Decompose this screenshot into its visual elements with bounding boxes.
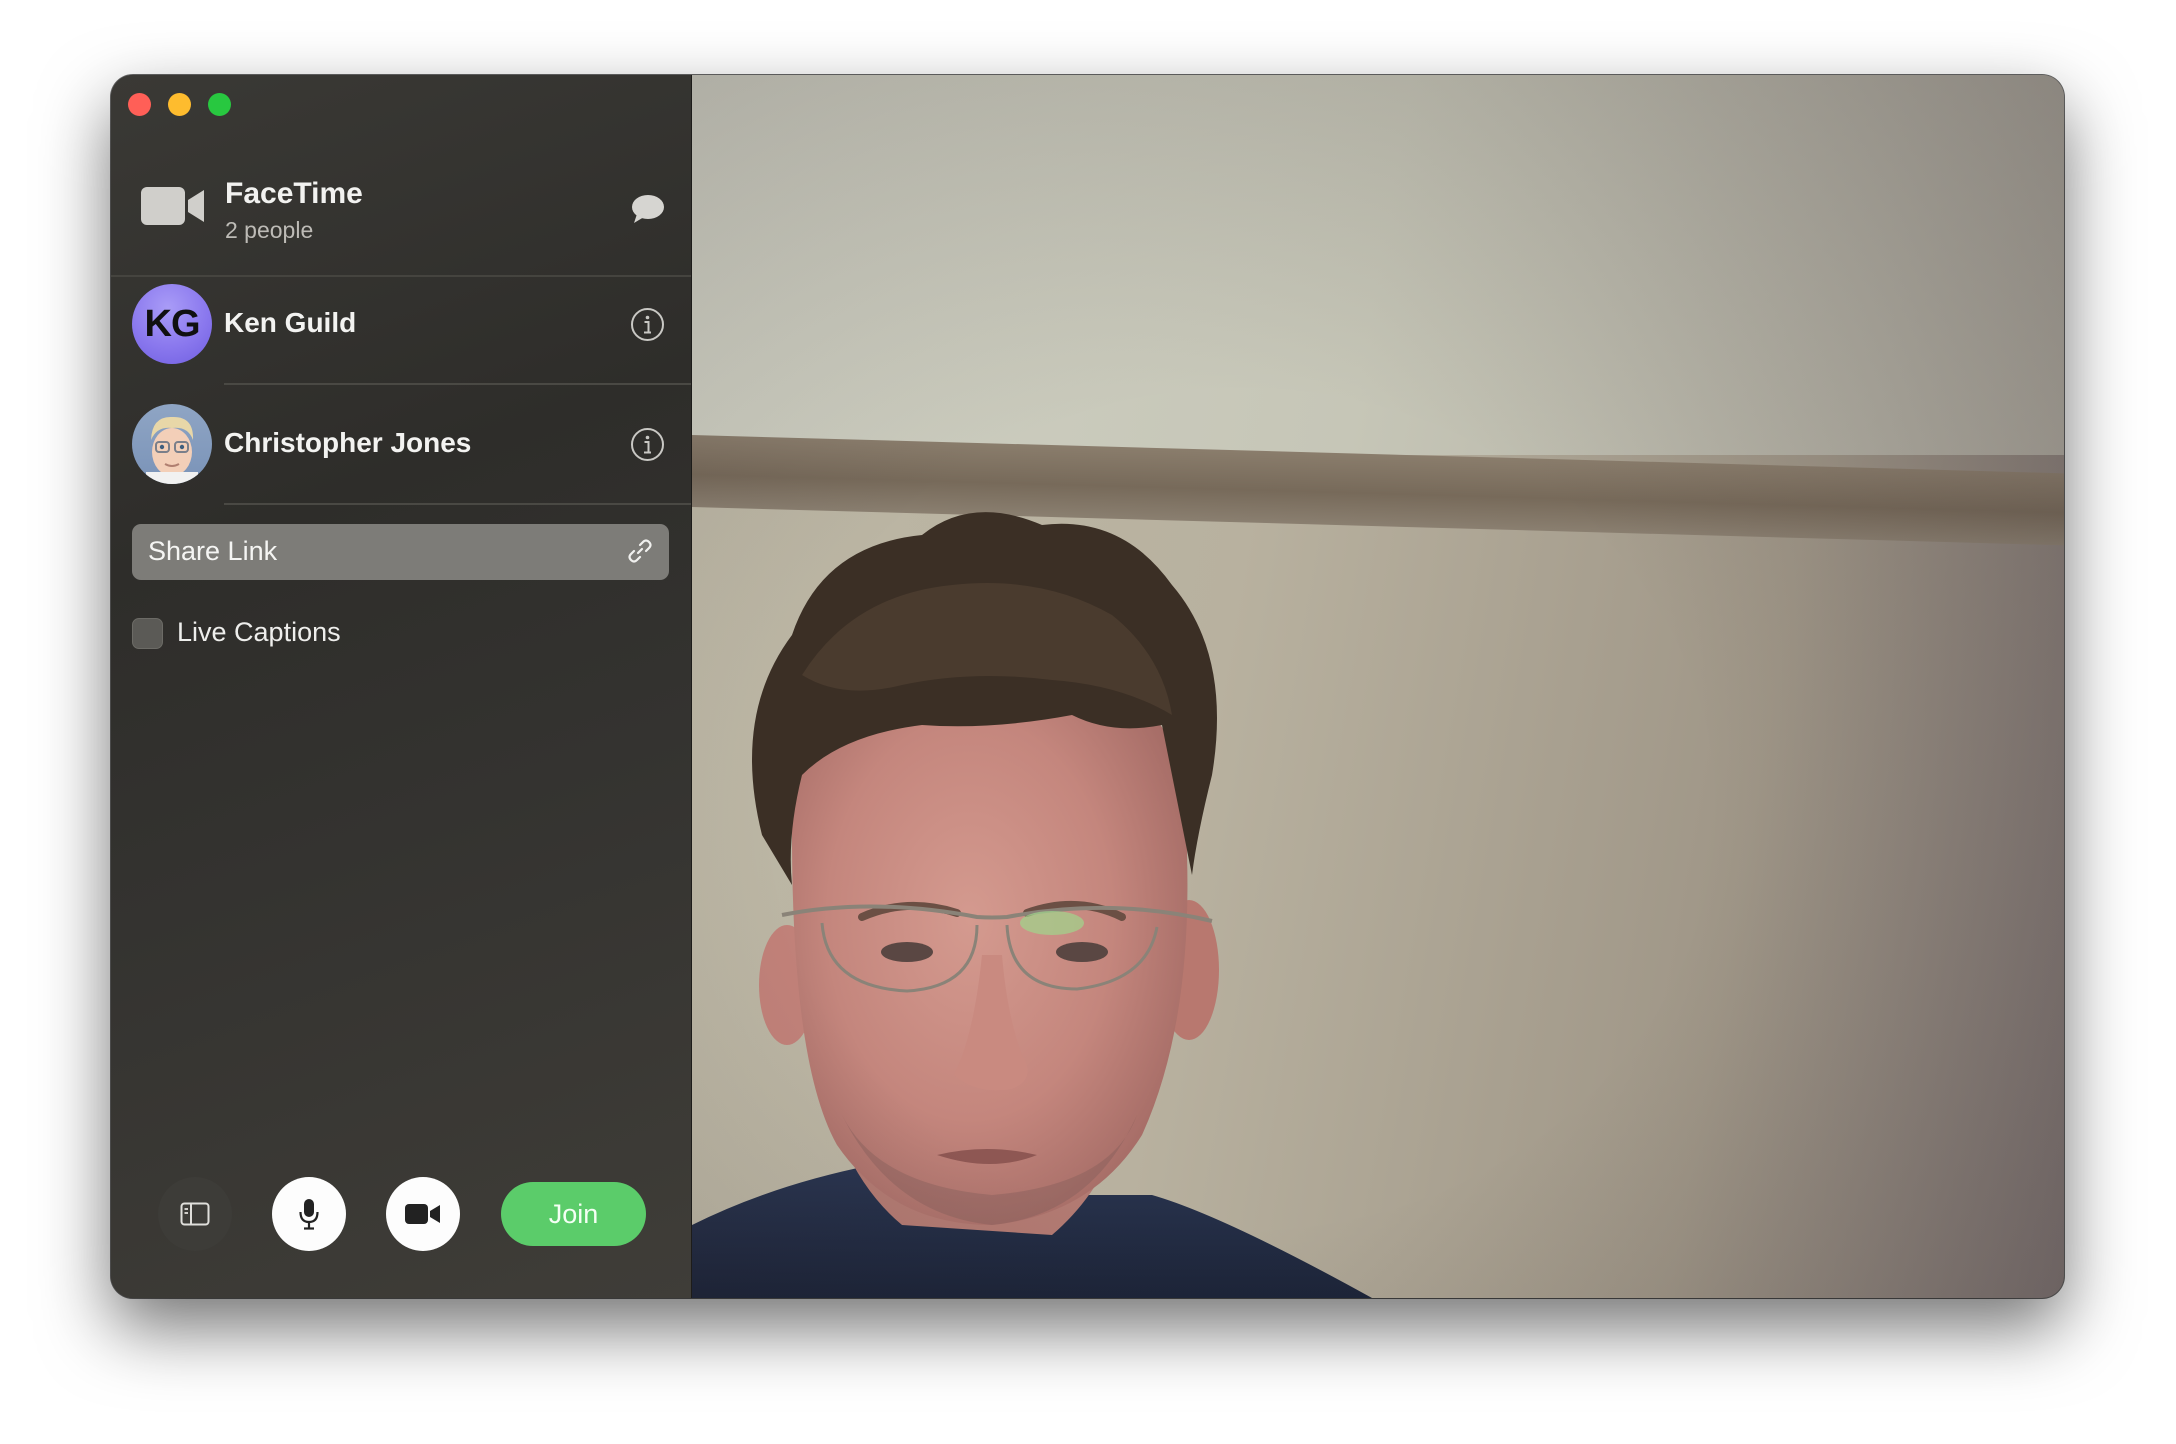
info-icon[interactable] <box>630 307 665 342</box>
live-captions-checkbox[interactable] <box>132 618 163 649</box>
zoom-window-button[interactable] <box>208 93 231 116</box>
memoji-avatar-icon <box>146 416 198 484</box>
avatar <box>132 404 212 484</box>
microphone-icon <box>299 1199 319 1230</box>
facetime-window: FaceTime 2 people KG Ken Guild Christoph… <box>111 75 2064 1298</box>
call-controls: Join <box>111 1177 691 1251</box>
chat-bubble-icon[interactable] <box>631 193 665 225</box>
toggle-sidebar-button[interactable] <box>158 1177 232 1251</box>
close-window-button[interactable] <box>128 93 151 116</box>
minimize-window-button[interactable] <box>168 93 191 116</box>
live-captions-label: Live Captions <box>177 617 341 647</box>
sidebar: FaceTime 2 people KG Ken Guild Christoph… <box>111 75 692 1298</box>
participant-count: 2 people <box>225 217 314 243</box>
participant-name: Christopher Jones <box>224 427 472 458</box>
app-title: FaceTime <box>225 177 363 210</box>
participant-row[interactable]: KG Ken Guild <box>111 265 691 385</box>
link-icon <box>628 539 652 563</box>
row-divider <box>224 503 691 505</box>
video-vignette <box>692 75 2064 1298</box>
sidebar-icon <box>180 1202 210 1226</box>
share-link-button[interactable]: Share Link <box>132 524 669 580</box>
call-header: FaceTime 2 people <box>111 165 691 261</box>
info-icon[interactable] <box>630 427 665 462</box>
share-link-label: Share Link <box>148 536 278 566</box>
video-camera-icon <box>405 1204 440 1224</box>
video-feed <box>692 75 2064 1298</box>
microphone-button[interactable] <box>272 1177 346 1251</box>
camera-button[interactable] <box>386 1177 460 1251</box>
participant-name: Ken Guild <box>224 307 357 338</box>
avatar: KG <box>132 284 212 364</box>
participant-row[interactable]: Christopher Jones <box>111 385 691 505</box>
video-camera-icon <box>141 187 204 225</box>
join-button[interactable]: Join <box>501 1182 646 1246</box>
traffic-lights <box>128 93 231 116</box>
